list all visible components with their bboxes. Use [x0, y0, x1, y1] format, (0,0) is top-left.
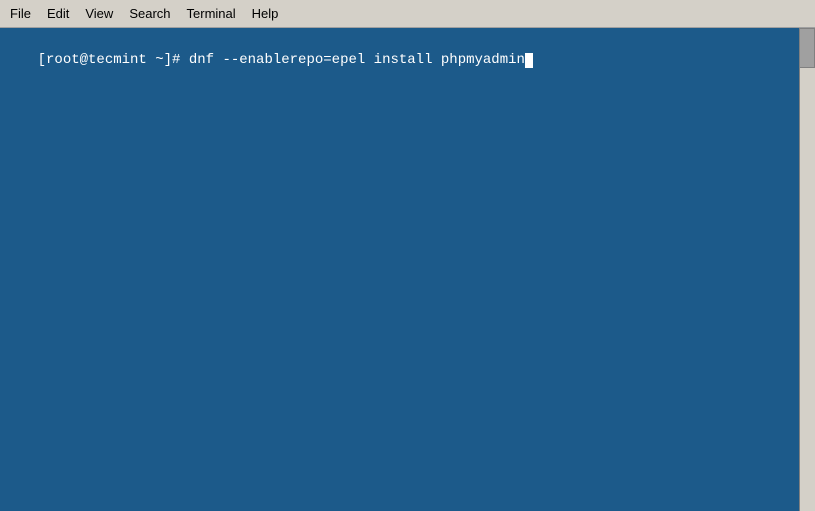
terminal-prompt: [root@tecmint ~]# — [38, 52, 189, 68]
menu-terminal[interactable]: Terminal — [179, 3, 244, 25]
terminal-body[interactable]: [root@tecmint ~]# dnf --enablerepo=epel … — [0, 28, 815, 511]
menu-search[interactable]: Search — [121, 3, 178, 25]
terminal-command-line: [root@tecmint ~]# dnf --enablerepo=epel … — [4, 30, 811, 90]
menu-help[interactable]: Help — [244, 3, 287, 25]
scrollbar[interactable] — [799, 28, 815, 511]
scrollbar-thumb[interactable] — [799, 28, 815, 68]
menubar: File Edit View Search Terminal Help — [0, 0, 815, 28]
terminal-command: dnf --enablerepo=epel install phpmyadmin — [189, 52, 525, 68]
menu-view[interactable]: View — [77, 3, 121, 25]
menu-file[interactable]: File — [2, 3, 39, 25]
menu-edit[interactable]: Edit — [39, 3, 77, 25]
terminal-cursor — [525, 53, 533, 68]
